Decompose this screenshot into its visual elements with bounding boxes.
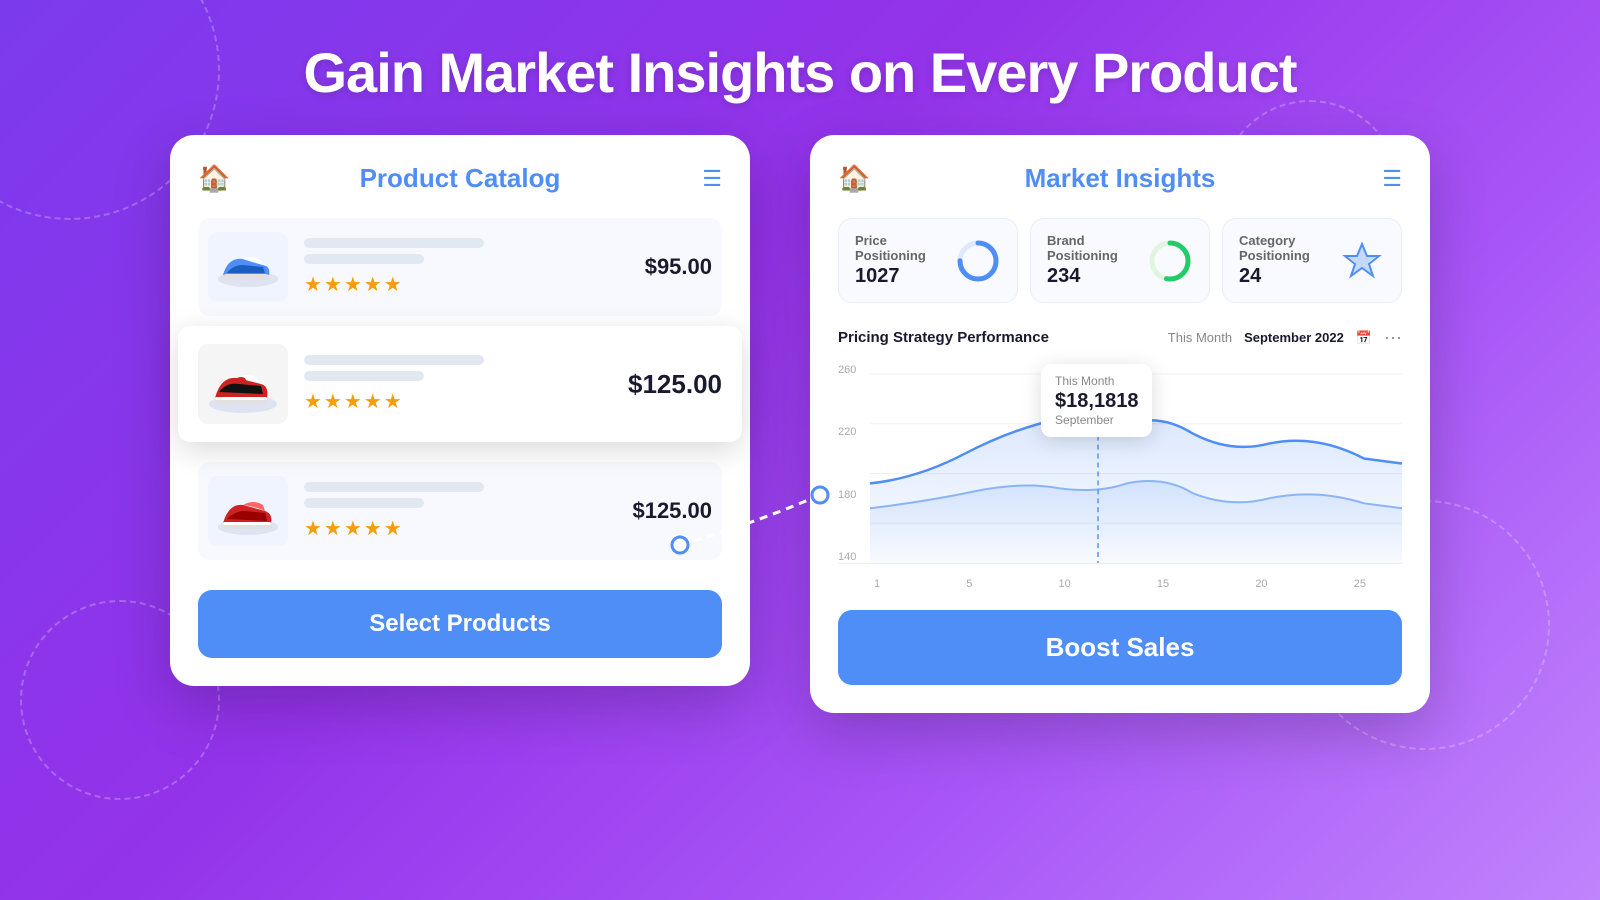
- catalog-title: Product Catalog: [360, 163, 561, 194]
- metric-brand-value: 234: [1047, 265, 1135, 288]
- product-lines-3: [304, 482, 616, 508]
- shoe-svg-1: [213, 237, 283, 297]
- y-axis-labels: 260 220 180 140: [838, 364, 870, 563]
- metric-price-value: 1027: [855, 265, 943, 288]
- catalog-menu-icon[interactable]: ☰: [702, 166, 722, 192]
- y-label-140: 140: [838, 551, 870, 563]
- page-title: Gain Market Insights on Every Product: [0, 0, 1600, 135]
- product-image-2: [198, 344, 288, 424]
- chart-svg: [870, 364, 1402, 563]
- more-icon[interactable]: ···: [1384, 327, 1402, 348]
- insights-header: 🏠 Market Insights ☰: [838, 163, 1402, 194]
- product-stars-3: ★★★★★: [304, 516, 616, 541]
- product-line-sub-1: [304, 254, 424, 264]
- shoe-svg-3: [213, 481, 283, 541]
- chart-header: Pricing Strategy Performance This Month …: [838, 327, 1402, 348]
- calendar-icon[interactable]: 📅: [1356, 330, 1372, 346]
- chart-section: Pricing Strategy Performance This Month …: [838, 327, 1402, 590]
- product-item-2[interactable]: ★★★★★ $125.00: [178, 326, 742, 442]
- metric-brand-label: Brand Positioning: [1047, 233, 1135, 263]
- product-info-3: ★★★★★: [304, 482, 616, 541]
- boost-sales-button[interactable]: Boost Sales: [838, 610, 1402, 685]
- shoe-svg-2: [203, 348, 283, 420]
- product-line-sub-2: [304, 371, 424, 381]
- x-label-20: 20: [1255, 578, 1267, 590]
- x-axis-labels: 1 5 10 15 20 25: [838, 572, 1402, 590]
- y-label-220: 220: [838, 426, 870, 438]
- insights-menu-icon[interactable]: ☰: [1382, 166, 1402, 192]
- product-info-2: ★★★★★: [304, 355, 612, 414]
- y-label-180: 180: [838, 489, 870, 501]
- product-price-1: $95.00: [629, 254, 712, 280]
- metric-price-label: Price Positioning: [855, 233, 943, 263]
- product-image-3: [208, 476, 288, 546]
- x-label-1: 1: [874, 578, 880, 590]
- price-donut-icon: [955, 238, 1001, 284]
- product-line-sub-3: [304, 498, 424, 508]
- product-stars-1: ★★★★★: [304, 272, 629, 297]
- panels-container: 🏠 Product Catalog ☰: [0, 135, 1600, 713]
- metric-brand-text: Brand Positioning 234: [1047, 233, 1135, 288]
- product-item-3[interactable]: ★★★★★ $125.00: [198, 462, 722, 560]
- chart-date: September 2022: [1244, 330, 1344, 345]
- chart-area: 260 220 180 140: [838, 364, 1402, 564]
- product-list: ★★★★★ $95.00: [198, 218, 722, 570]
- insights-title: Market Insights: [1025, 163, 1216, 194]
- product-line-title-1: [304, 238, 484, 248]
- x-label-15: 15: [1157, 578, 1169, 590]
- insights-home-icon: 🏠: [838, 163, 870, 194]
- metric-category-positioning: Category Positioning 24: [1222, 218, 1402, 303]
- product-stars-2: ★★★★★: [304, 389, 612, 414]
- metrics-row: Price Positioning 1027 Brand Positioning…: [838, 218, 1402, 303]
- catalog-home-icon: 🏠: [198, 163, 230, 194]
- metric-category-label: Category Positioning: [1239, 233, 1327, 263]
- product-item-1[interactable]: ★★★★★ $95.00: [198, 218, 722, 316]
- metric-price-positioning: Price Positioning 1027: [838, 218, 1018, 303]
- metric-category-text: Category Positioning 24: [1239, 233, 1327, 288]
- x-label-10: 10: [1059, 578, 1071, 590]
- category-icon: [1339, 238, 1385, 284]
- metric-price-text: Price Positioning 1027: [855, 233, 943, 288]
- connector-arrow: [660, 445, 840, 605]
- chart-period: This Month: [1168, 330, 1232, 345]
- product-line-title-3: [304, 482, 484, 492]
- chart-title: Pricing Strategy Performance: [838, 329, 1049, 346]
- product-lines-2: [304, 355, 612, 381]
- metric-brand-positioning: Brand Positioning 234: [1030, 218, 1210, 303]
- metric-category-value: 24: [1239, 265, 1327, 288]
- product-info-1: ★★★★★: [304, 238, 629, 297]
- product-lines-1: [304, 238, 629, 264]
- y-label-260: 260: [838, 364, 870, 376]
- insights-panel: 🏠 Market Insights ☰ Price Positioning 10…: [810, 135, 1430, 713]
- product-image-1: [208, 232, 288, 302]
- catalog-header: 🏠 Product Catalog ☰: [198, 163, 722, 194]
- brand-donut-icon: [1147, 238, 1193, 284]
- chart-controls: This Month September 2022 📅 ···: [1168, 327, 1402, 348]
- x-label-25: 25: [1354, 578, 1366, 590]
- select-products-button[interactable]: Select Products: [198, 590, 722, 658]
- product-line-title-2: [304, 355, 484, 365]
- product-price-2: $125.00: [612, 369, 722, 400]
- x-label-5: 5: [966, 578, 972, 590]
